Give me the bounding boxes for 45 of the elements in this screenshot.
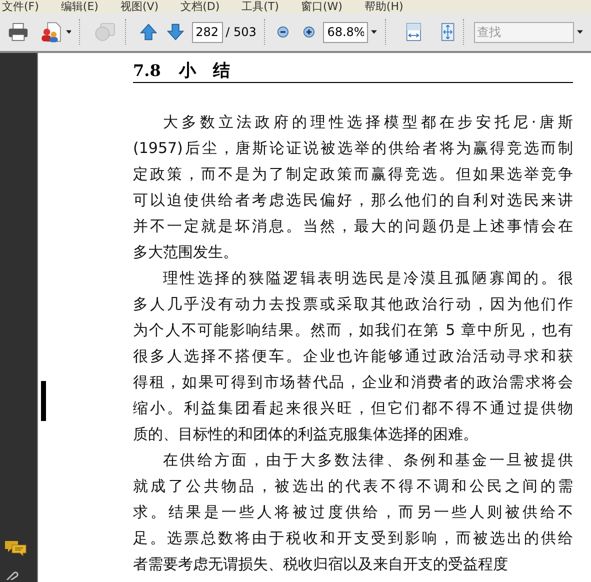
text-line: 多大范围发生。 xyxy=(133,242,239,263)
create-pdf-icon[interactable] xyxy=(40,20,63,44)
page-count: / 503 xyxy=(226,24,256,41)
menu-item[interactable]: 视图(V) xyxy=(120,1,159,13)
text-line: 缩小。利益集团看起来很兴旺，但它们都不得不通过提供物 xyxy=(133,398,573,419)
text-line: 质的、目标性的和团体的利益克服集体选择的困难。 xyxy=(133,424,479,445)
text-line: 理性选择的狭隘逻辑表明选民是冷漠且孤陋寡闻的。很 xyxy=(163,268,573,289)
text-line: 求。结果是一些人将被过度供给，而另一些人则被供给不 xyxy=(133,502,573,523)
text-line: 可以迫使供给者考虑选民偏好，那么他们的自利对选民来讲 xyxy=(133,190,573,211)
menu-item[interactable]: 文档(D) xyxy=(180,1,220,13)
text-line: 就成了公共物品，被选出的代表不得不调和公民之间的需 xyxy=(133,476,573,497)
zoom-out-icon[interactable] xyxy=(277,25,290,39)
fit-page-icon[interactable] xyxy=(441,21,456,43)
menu-item[interactable]: 窗口(W) xyxy=(300,1,342,13)
dropdown-caret-icon[interactable] xyxy=(371,30,378,34)
menu-item[interactable]: 编辑(E) xyxy=(60,1,98,13)
page-number-field[interactable]: 282 xyxy=(192,22,223,42)
menu-item[interactable]: 帮助(H) xyxy=(364,1,404,13)
comments-icon[interactable] xyxy=(4,540,28,556)
text-line: 者需要考虑无谓损失、税收归宿以及来自开支的受益程度 xyxy=(133,554,509,575)
text-line: 很多人选择不搭便车。企业也许能够通过政治活动寻求和获 xyxy=(133,346,573,367)
zoom-in-icon[interactable] xyxy=(303,25,316,39)
text-line: 足。选票总数将由于税收和开支受到影响，而被选出的供给 xyxy=(133,528,573,549)
menu-item[interactable]: 工具(T) xyxy=(242,1,279,13)
text-line: 为个人不可能影响结果。然而，如我们在第 5 章中所见，也有 xyxy=(133,320,573,341)
section-number: 7.8 xyxy=(133,61,161,81)
page-mark xyxy=(41,381,46,421)
zoom-field[interactable]: 68.8% xyxy=(323,22,368,42)
text-line: 多人几乎没有动力去投票或采取其他政治行动，因为他们作 xyxy=(133,294,573,315)
up-arrow-icon[interactable] xyxy=(140,22,157,42)
text-line: 大多数立法政府的理性选择模型都在步安托尼·唐斯 xyxy=(163,112,573,133)
paperclip-icon[interactable] xyxy=(4,570,20,580)
fit-width-icon[interactable] xyxy=(406,21,422,43)
dropdown-caret-icon[interactable] xyxy=(66,30,72,34)
text-line: (1957)后尘，唐斯论证说被选举的供给者将为赢得竞选而制 xyxy=(133,138,573,159)
down-arrow-icon[interactable] xyxy=(166,22,184,42)
search-field[interactable]: 查找 xyxy=(474,22,574,42)
text-line: 得租，如果可得到市场替代品，企业和消费者的政治需求将会 xyxy=(133,372,573,393)
text-line: 并不一定就是坏消息。当然，最大的问题仍是上述事情会在 xyxy=(133,216,573,237)
text-line: 在供给方面，由于大多数法律、条例和基金一旦被提供 xyxy=(163,450,573,471)
section-title: 小 结 xyxy=(178,61,230,81)
menu-item[interactable]: 文件(F) xyxy=(2,1,39,13)
print-icon[interactable] xyxy=(8,21,28,43)
dropdown-caret-icon[interactable] xyxy=(577,30,584,34)
text-line: 定政策，而不是为了制定政策而赢得竞选。但如果选举竞争 xyxy=(133,164,573,185)
